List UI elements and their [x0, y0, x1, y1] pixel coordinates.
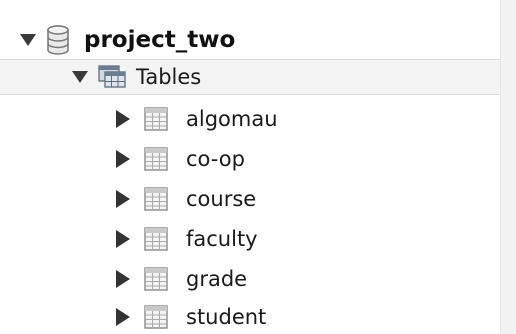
- table-row-co-op[interactable]: co-op: [116, 139, 245, 179]
- table-name: student: [186, 305, 267, 329]
- expand-arrow-right-icon[interactable]: [116, 308, 130, 326]
- table-grid-icon: [144, 305, 168, 329]
- table-name: co-op: [186, 147, 245, 171]
- schema-name: project_two: [84, 27, 236, 53]
- table-grid-icon: [144, 147, 168, 171]
- database-icon: [46, 25, 70, 55]
- table-row-course[interactable]: course: [116, 179, 256, 219]
- table-grid-icon: [144, 227, 168, 251]
- table-name: course: [186, 187, 257, 211]
- table-grid-icon: [144, 267, 168, 291]
- expand-arrow-down-icon[interactable]: [72, 71, 88, 83]
- table-grid-icon: [144, 107, 168, 131]
- table-row-grade[interactable]: grade: [116, 259, 247, 299]
- expand-arrow-down-icon[interactable]: [20, 34, 36, 46]
- expand-arrow-right-icon[interactable]: [116, 150, 130, 168]
- expand-arrow-right-icon[interactable]: [116, 230, 130, 248]
- expand-arrow-right-icon[interactable]: [116, 110, 130, 128]
- table-row-student[interactable]: student: [116, 297, 266, 334]
- schema-node[interactable]: project_two: [20, 20, 235, 60]
- tables-folder-icon: [98, 65, 126, 89]
- table-name: faculty: [186, 227, 258, 251]
- table-row-faculty[interactable]: faculty: [116, 219, 258, 259]
- table-name: algomau: [186, 107, 278, 131]
- table-grid-icon: [144, 187, 168, 211]
- schema-navigator: project_two Tables algomau co-op course …: [0, 0, 516, 334]
- table-row-algomau[interactable]: algomau: [116, 99, 278, 139]
- table-name: grade: [186, 267, 248, 291]
- expand-arrow-right-icon[interactable]: [116, 190, 130, 208]
- tables-folder-row[interactable]: Tables: [0, 59, 500, 95]
- expand-arrow-right-icon[interactable]: [116, 270, 130, 288]
- tables-folder-label: Tables: [136, 65, 202, 89]
- scrollbar-track[interactable]: [500, 0, 516, 334]
